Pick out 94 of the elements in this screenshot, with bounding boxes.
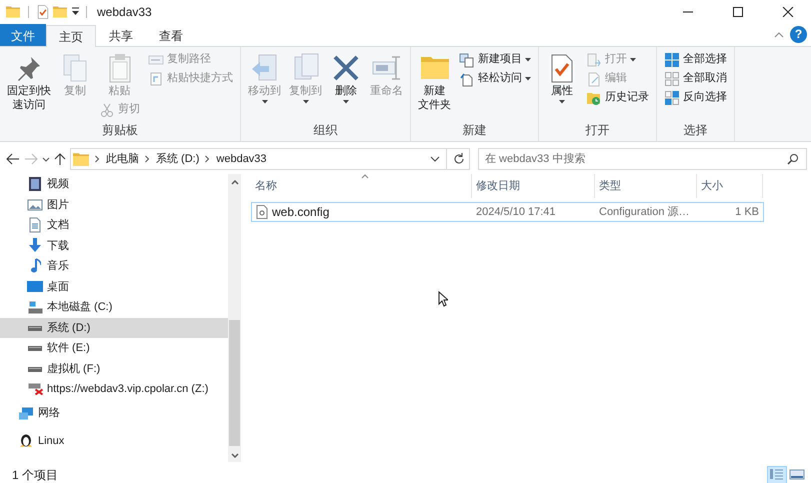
file-row[interactable]: web.config 2024/5/10 17:41 Configuration 源… 1 KB xyxy=(251,202,764,222)
group-label: 剪贴板 xyxy=(101,122,139,139)
refresh-icon[interactable] xyxy=(453,153,465,165)
up-arrow-icon[interactable] xyxy=(54,152,66,166)
drive-icon xyxy=(27,345,43,352)
navigation-item[interactable]: 本地磁盘 (C:) xyxy=(0,297,228,318)
group-label: 组织 xyxy=(312,122,338,139)
ribbon-button[interactable]: 删除 xyxy=(327,50,365,106)
file-type: Configuration 源… xyxy=(598,204,690,220)
navigation-item[interactable]: 网络 xyxy=(0,400,228,427)
group-label: 打开 xyxy=(584,122,610,139)
ribbon-button[interactable]: 新建 文件夹 xyxy=(415,50,454,114)
drive-icon xyxy=(27,366,43,372)
navigation-item[interactable]: 图片 xyxy=(0,194,228,215)
edit-icon xyxy=(586,70,602,86)
shortcut-icon xyxy=(148,70,164,86)
maximize-icon[interactable] xyxy=(732,7,744,17)
video-icon xyxy=(28,176,42,192)
help-button[interactable]: ? xyxy=(790,26,807,43)
navigation-item[interactable]: 文档 xyxy=(0,215,228,236)
select-all-icon xyxy=(664,52,680,68)
address-bar[interactable]: 此电脑 系统 (D:) webdav33 xyxy=(70,148,470,170)
ribbon-button[interactable]: 全部选择 xyxy=(661,50,730,69)
navigation-item[interactable]: 虚拟机 (F:) xyxy=(0,358,228,379)
drive-icon xyxy=(27,324,43,331)
chevron-icon xyxy=(205,155,210,163)
collapse-ribbon-icon[interactable] xyxy=(774,32,784,38)
network-icon xyxy=(18,406,34,420)
navigation-item[interactable]: 软件 (E:) xyxy=(0,338,228,358)
scroll-up-icon[interactable] xyxy=(230,180,238,185)
close-icon[interactable] xyxy=(782,7,794,17)
column-header[interactable]: 类型 xyxy=(595,174,697,198)
ribbon-button[interactable]: 反向选择 xyxy=(661,88,730,107)
ribbon-tab[interactable]: 共享 xyxy=(96,24,146,46)
navigation-item[interactable]: 桌面 xyxy=(0,276,228,297)
item-count: 1 个项目 xyxy=(12,466,58,483)
ribbon-button[interactable]: 固定到快 速访问 xyxy=(4,50,54,114)
new-item-icon xyxy=(459,52,475,68)
invert-selection-icon xyxy=(664,90,680,106)
file-icon xyxy=(256,205,268,219)
modified-date: 2024/5/10 17:41 xyxy=(475,204,557,220)
desktop-icon xyxy=(27,280,43,293)
search-icon[interactable] xyxy=(787,153,799,165)
breadcrumb[interactable]: webdav33 xyxy=(216,150,267,168)
dropdown-icon[interactable] xyxy=(71,7,80,17)
large-icons-view-icon xyxy=(789,468,805,481)
navigation-item[interactable]: 音乐 xyxy=(0,256,228,276)
penguin-icon xyxy=(19,434,33,448)
scrollbar[interactable] xyxy=(228,174,241,462)
ribbon-tab[interactable]: 查看 xyxy=(146,24,196,46)
download-arrow-icon xyxy=(28,238,42,254)
file-name: web.config xyxy=(272,204,330,221)
group-label: 新建 xyxy=(462,122,488,139)
group-label: 选择 xyxy=(682,122,708,139)
mouse-pointer-icon xyxy=(438,290,448,307)
properties-icon[interactable] xyxy=(37,5,49,19)
chevron-icon xyxy=(145,155,150,163)
easy-access-icon xyxy=(459,70,475,86)
select-none-icon xyxy=(664,70,680,86)
navigation-item[interactable]: Linux xyxy=(0,427,228,454)
drive-icon xyxy=(28,300,42,314)
navigation-item[interactable]: 视频 xyxy=(0,174,228,194)
navigation-item[interactable]: https://webdav3.vip.cpolar.cn (Z:) xyxy=(0,379,228,400)
ribbon-button[interactable]: 属性 xyxy=(543,50,581,106)
document-icon xyxy=(29,217,41,234)
open-icon xyxy=(586,52,602,68)
network-drive-icon xyxy=(28,383,42,396)
chevron-icon xyxy=(95,155,100,163)
file-menu-tab[interactable]: 文件 xyxy=(0,24,46,46)
dropdown-icon[interactable] xyxy=(42,156,50,162)
search-field[interactable]: 在 webdav33 中搜索 xyxy=(478,148,807,170)
picture-icon xyxy=(27,198,43,211)
details-view-icon xyxy=(769,468,785,481)
back-arrow-icon[interactable] xyxy=(6,153,20,165)
scroll-down-icon[interactable] xyxy=(230,453,238,458)
window-title: webdav33 xyxy=(97,4,152,21)
music-note-icon xyxy=(30,258,40,274)
column-header[interactable]: 大小 xyxy=(697,174,763,198)
navigation-item[interactable]: 系统 (D:) xyxy=(0,318,228,338)
column-header[interactable]: 名称 xyxy=(251,174,472,198)
ribbon-button[interactable]: 全部取消 xyxy=(661,69,730,88)
ribbon-button[interactable]: 新建项目 xyxy=(456,50,534,69)
ribbon-button[interactable]: 历史记录 xyxy=(583,88,652,107)
breadcrumb[interactable]: 此电脑 xyxy=(106,150,139,168)
breadcrumb[interactable]: 系统 (D:) xyxy=(156,150,200,168)
scissors-icon xyxy=(99,102,115,118)
folder-icon xyxy=(73,152,89,166)
ribbon-tab[interactable]: 主页 xyxy=(46,25,96,47)
view-button[interactable] xyxy=(767,466,787,483)
column-header[interactable]: 修改日期 xyxy=(472,174,595,198)
ribbon-button[interactable]: 轻松访问 xyxy=(456,69,534,88)
navigation-item[interactable]: 下载 xyxy=(0,236,228,256)
dropdown-icon[interactable] xyxy=(430,156,440,162)
file-size: 1 KB xyxy=(734,204,760,220)
